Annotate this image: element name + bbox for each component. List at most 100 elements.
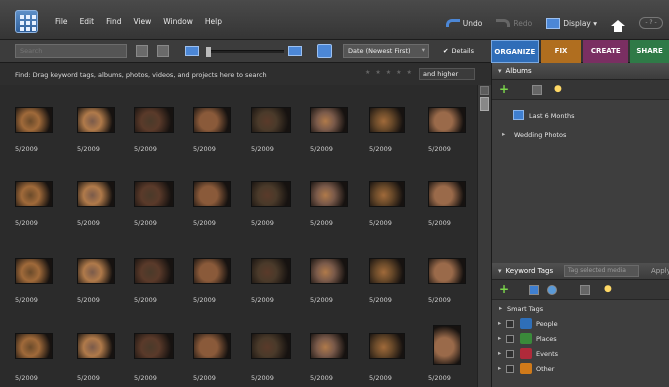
scroll-thumb[interactable]: [480, 97, 489, 111]
photo-thumbnail[interactable]: [369, 181, 405, 207]
keyword-tags-header[interactable]: ▾ Keyword Tags Tag selected media Apply: [492, 263, 669, 280]
photo-thumbnail[interactable]: [77, 258, 115, 284]
find-faces-icon[interactable]: [547, 285, 557, 295]
photo-thumbnail[interactable]: [193, 258, 231, 284]
menu-file[interactable]: File: [55, 17, 68, 26]
photo-thumbnail[interactable]: [193, 333, 231, 359]
tab-fix[interactable]: FIX: [540, 40, 582, 63]
photo-thumbnail[interactable]: [77, 333, 115, 359]
places-icon: [520, 333, 532, 344]
sort-select[interactable]: Date (Newest First): [343, 44, 429, 58]
expand-icon[interactable]: ▸: [498, 319, 501, 327]
grid-scrollbar[interactable]: [477, 85, 491, 387]
edit-album-icon[interactable]: [532, 85, 542, 95]
photo-thumbnail[interactable]: [15, 107, 53, 133]
photo-thumbnail[interactable]: [310, 258, 348, 284]
scroll-up-icon[interactable]: [480, 86, 489, 95]
photo-thumbnail[interactable]: [428, 107, 466, 133]
photo-date: 5/2009: [77, 296, 100, 304]
rating-stars[interactable]: ★★★★★: [365, 69, 417, 76]
expand-icon[interactable]: ▸: [498, 334, 501, 342]
photo-thumbnail[interactable]: [251, 107, 291, 133]
photo-thumbnail[interactable]: [193, 107, 231, 133]
undo-button[interactable]: Undo: [445, 19, 482, 28]
album-item-last-6-months[interactable]: Last 6 Months: [492, 108, 669, 124]
tab-organize[interactable]: ORGANIZE: [491, 40, 539, 63]
tag-smart-tags[interactable]: ▸ Smart Tags: [492, 302, 669, 317]
instant-fix-icon[interactable]: ●: [554, 84, 562, 94]
tag-checkbox[interactable]: [506, 365, 514, 373]
menu-bar: File Edit Find View Window Help Undo Red…: [0, 0, 669, 40]
details-label: Details: [451, 47, 474, 55]
search-input[interactable]: [15, 44, 127, 58]
menu-help[interactable]: Help: [205, 17, 222, 26]
photo-thumbnail[interactable]: [134, 107, 174, 133]
menu-window[interactable]: Window: [163, 17, 193, 26]
photo-thumbnail[interactable]: [134, 181, 174, 207]
add-tag-icon[interactable]: +: [499, 282, 509, 296]
menu-edit[interactable]: Edit: [80, 17, 95, 26]
photo-thumbnail[interactable]: [310, 107, 348, 133]
redo-button[interactable]: Redo: [496, 19, 532, 28]
photo-thumbnail[interactable]: [77, 181, 115, 207]
tag-checkbox[interactable]: [506, 320, 514, 328]
tag-places[interactable]: ▸ Places: [492, 332, 669, 347]
tab-create[interactable]: CREATE: [583, 40, 629, 63]
expand-icon[interactable]: ▸: [498, 364, 501, 372]
expand-icon[interactable]: ▸: [502, 130, 505, 138]
tag-other[interactable]: ▸ Other: [492, 362, 669, 377]
find-bar[interactable]: Find: Drag keyword tags, albums, photos,…: [0, 63, 491, 85]
tag-view-icon[interactable]: [580, 285, 590, 295]
tag-people[interactable]: ▸ People: [492, 317, 669, 332]
new-tag-icon[interactable]: [529, 285, 539, 295]
tag-checkbox[interactable]: [506, 335, 514, 343]
tag-checkbox[interactable]: [506, 350, 514, 358]
photo-thumbnail[interactable]: [369, 333, 405, 359]
photo-date: 5/2009: [310, 374, 333, 382]
photo-thumbnail[interactable]: [433, 325, 461, 365]
tag-search-input[interactable]: Tag selected media: [564, 265, 639, 277]
photo-thumbnail[interactable]: [15, 258, 53, 284]
photo-thumbnail[interactable]: [134, 258, 174, 284]
photo-thumbnail[interactable]: [428, 181, 466, 207]
photo-thumbnail[interactable]: [15, 181, 53, 207]
expand-icon[interactable]: ▸: [498, 349, 501, 357]
expand-icon[interactable]: ▸: [499, 304, 502, 312]
details-toggle[interactable]: ✔ Details: [443, 47, 474, 55]
thumbnail-size-slider[interactable]: [206, 47, 284, 57]
photo-thumbnail[interactable]: [310, 333, 348, 359]
photo-thumbnail[interactable]: [310, 181, 348, 207]
rating-filter-select[interactable]: and higher: [419, 68, 475, 80]
full-screen-view-icon[interactable]: [317, 44, 332, 58]
photo-thumbnail[interactable]: [77, 107, 115, 133]
photo-thumbnail[interactable]: [369, 107, 405, 133]
photo-thumbnail[interactable]: [251, 333, 291, 359]
display-button[interactable]: Display ▾: [546, 17, 597, 29]
album-item-wedding-photos[interactable]: ▸ Wedding Photos: [492, 127, 669, 143]
timeline-icon[interactable]: [157, 45, 169, 57]
slider-thumb[interactable]: [206, 47, 211, 57]
large-thumbnail-icon[interactable]: [288, 46, 302, 56]
suggest-icon[interactable]: ●: [604, 284, 612, 294]
photo-thumbnail[interactable]: [193, 181, 231, 207]
menu-view[interactable]: View: [133, 17, 151, 26]
menu-find[interactable]: Find: [106, 17, 121, 26]
small-thumbnail-icon[interactable]: [185, 46, 199, 56]
tag-events[interactable]: ▸ Events: [492, 347, 669, 362]
photo-thumbnail[interactable]: [428, 258, 466, 284]
photo-thumbnail[interactable]: [251, 181, 291, 207]
photo-thumbnail[interactable]: [369, 258, 405, 284]
help-button[interactable]: - ? -: [639, 17, 663, 29]
photo-thumbnail[interactable]: [134, 333, 174, 359]
app-grid-icon[interactable]: [15, 10, 38, 33]
home-button[interactable]: [611, 20, 625, 32]
filter-icon[interactable]: [136, 45, 148, 57]
events-icon: [520, 348, 532, 359]
photo-thumbnail[interactable]: [15, 333, 53, 359]
photo-date: 5/2009: [77, 219, 100, 227]
add-album-icon[interactable]: +: [499, 82, 509, 96]
photo-thumbnail[interactable]: [251, 258, 291, 284]
tab-share[interactable]: SHARE: [630, 40, 669, 63]
apply-button[interactable]: Apply: [651, 267, 669, 275]
albums-header[interactable]: ▾ Albums: [492, 63, 669, 80]
